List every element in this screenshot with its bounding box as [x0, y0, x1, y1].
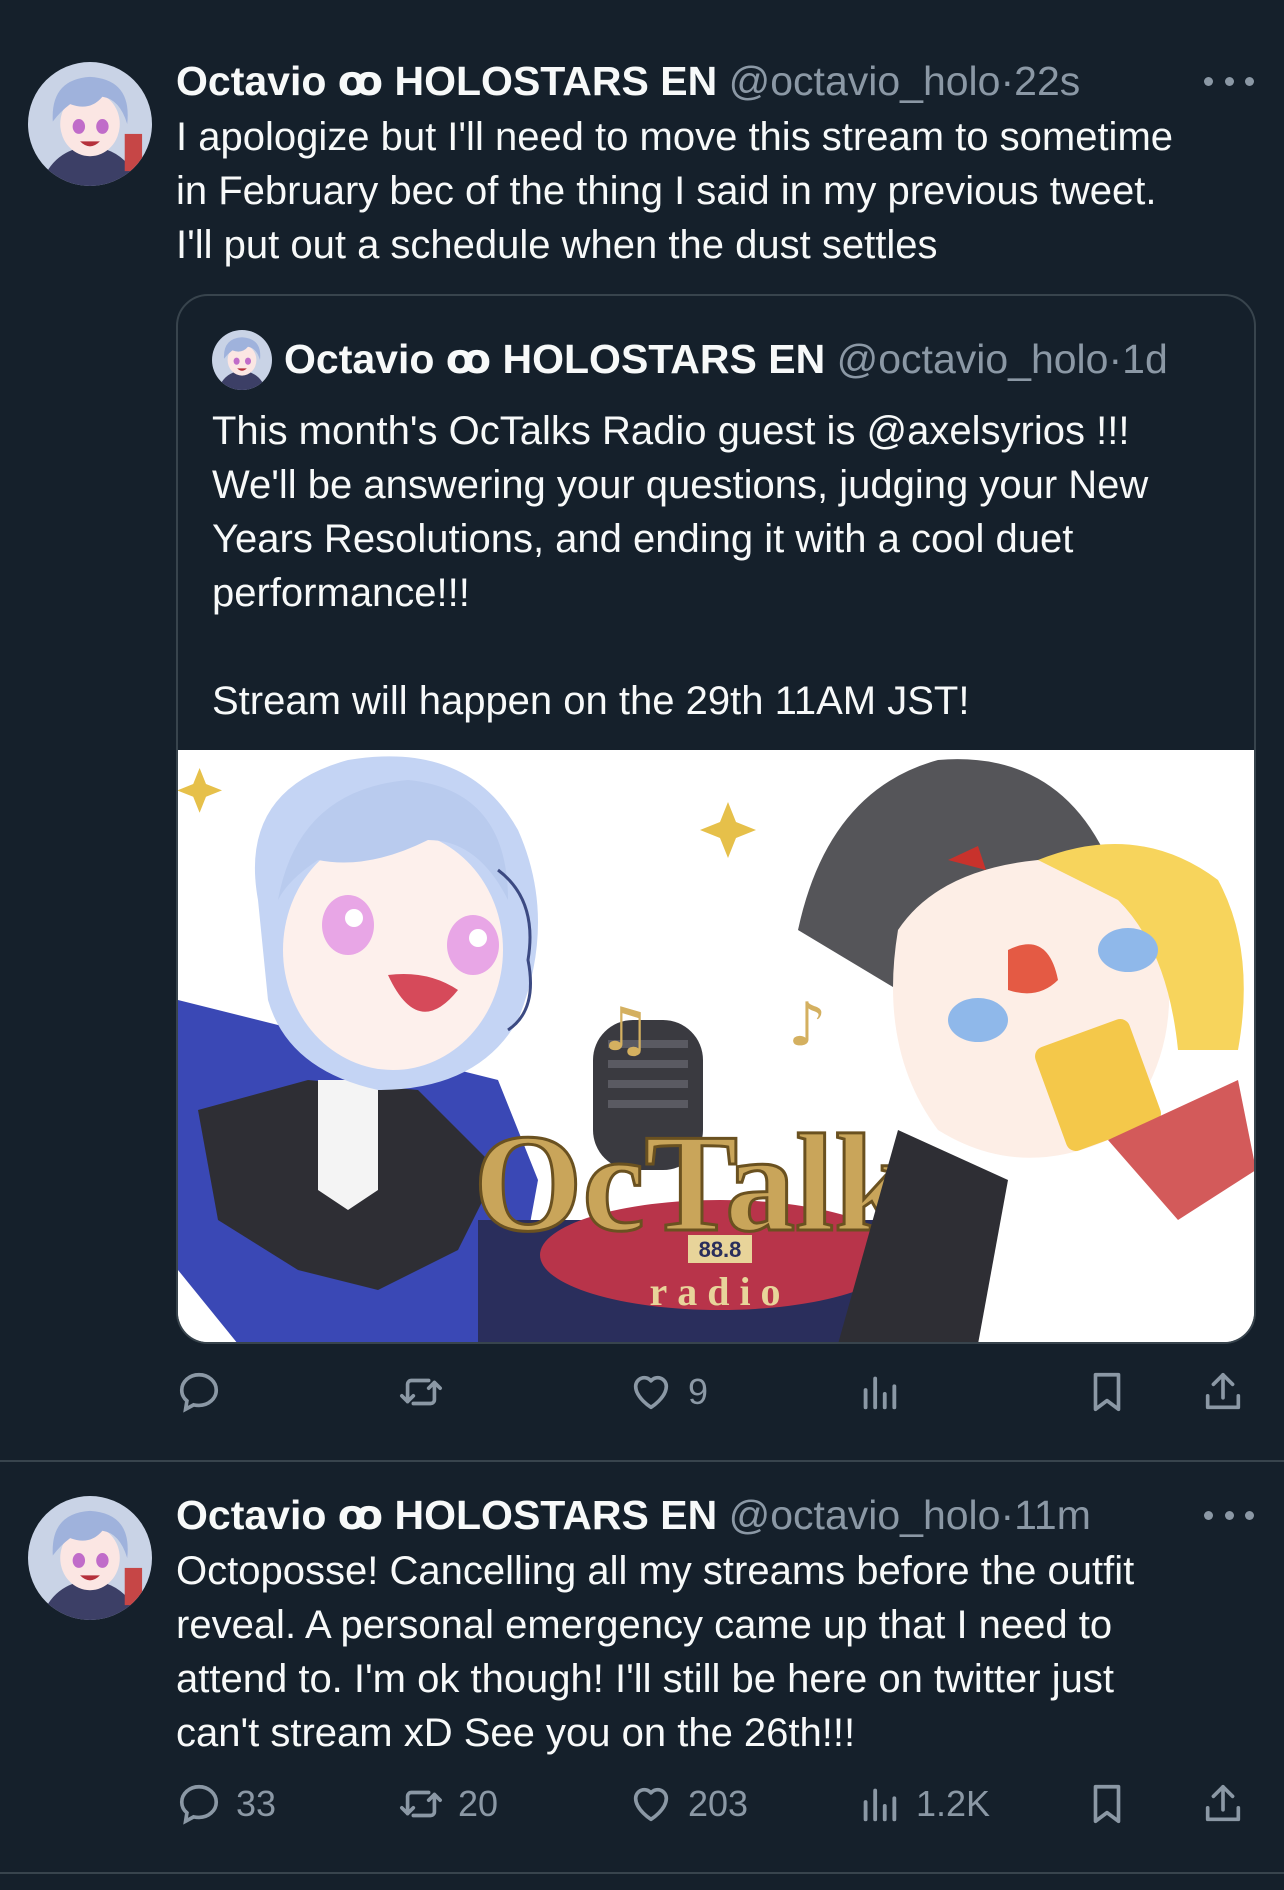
views-icon — [863, 1376, 897, 1410]
quote-text: This month's OcTalks Radio guest is @axe… — [212, 409, 1149, 723]
bookmark-button[interactable] — [1084, 1774, 1130, 1834]
quote-image[interactable]: OcTalks 88.8 radio ♫ ♪ — [178, 750, 1254, 1342]
more-icon[interactable] — [1204, 66, 1254, 96]
share-icon — [1205, 1372, 1241, 1410]
like-icon — [633, 1375, 669, 1410]
reply-icon — [179, 1784, 219, 1825]
reply-count: 33 — [236, 1783, 277, 1824]
retweet-button[interactable] — [398, 1362, 458, 1422]
quote-display-name: Octavio ꝏ HOLOSTARS EN — [284, 336, 826, 382]
quoted-tweet[interactable]: Octavio ꝏ HOLOSTARS EN @octavio_holo·1d … — [176, 294, 1256, 1344]
separator: · — [1000, 58, 1015, 104]
views-button[interactable]: 1.2K — [856, 1774, 990, 1834]
timestamp[interactable]: 22s — [1014, 58, 1080, 104]
divider — [0, 1872, 1284, 1874]
tweet[interactable]: Octavio ꝏ HOLOSTARS EN @octavio_holo·11m… — [0, 1462, 1284, 1874]
reply-button[interactable] — [176, 1362, 236, 1422]
more-icon[interactable] — [1204, 1500, 1254, 1530]
svg-text:♫: ♫ — [598, 995, 652, 1065]
like-icon — [633, 1787, 669, 1822]
views-button[interactable] — [856, 1362, 916, 1422]
retweet-button[interactable]: 20 — [398, 1774, 498, 1834]
svg-text:♪: ♪ — [788, 990, 826, 1060]
bookmark-button[interactable] — [1084, 1362, 1130, 1422]
tweet[interactable]: Octavio ꝏ HOLOSTARS EN @octavio_holo·22s… — [0, 0, 1284, 1462]
timestamp[interactable]: 11m — [1014, 1492, 1091, 1538]
display-name[interactable]: Octavio ꝏ HOLOSTARS EN — [176, 1492, 717, 1538]
like-count: 203 — [688, 1783, 749, 1824]
quote-avatar — [212, 330, 272, 390]
avatar[interactable] — [28, 1496, 152, 1620]
quote-header: Octavio ꝏ HOLOSTARS EN @octavio_holo·1d — [284, 334, 1168, 384]
logo-sub: radio — [649, 1269, 790, 1314]
quote-timestamp: 1d — [1122, 336, 1168, 382]
logo-freq: 88.8 — [699, 1237, 742, 1262]
reply-icon — [179, 1372, 219, 1413]
handle[interactable]: @octavio_holo — [729, 1492, 1001, 1538]
bookmark-icon — [1093, 1784, 1121, 1824]
handle[interactable]: @octavio_holo — [729, 58, 1001, 104]
share-button[interactable] — [1200, 1774, 1246, 1834]
separator: · — [1000, 1492, 1015, 1538]
retweet-count: 20 — [458, 1783, 499, 1824]
tweet-actions: 33 20 203 1.2K — [176, 1774, 1266, 1834]
like-count: 9 — [688, 1371, 709, 1412]
retweet-icon — [400, 1378, 442, 1406]
tweet-header: Octavio ꝏ HOLOSTARS EN @octavio_holo·11m — [176, 1490, 1091, 1540]
quote-handle: @octavio_holo — [836, 336, 1109, 382]
reply-button[interactable]: 33 — [176, 1774, 276, 1834]
retweet-icon — [400, 1790, 442, 1818]
views-count: 1.2K — [916, 1783, 991, 1824]
share-button[interactable] — [1200, 1362, 1246, 1422]
tweet-header: Octavio ꝏ HOLOSTARS EN @octavio_holo·22s — [176, 56, 1080, 106]
tweet-text: Octoposse! Cancelling all my streams bef… — [176, 1549, 1135, 1755]
tweet-actions: 9 — [176, 1362, 1266, 1422]
quote-separator: · — [1108, 336, 1123, 382]
display-name[interactable]: Octavio ꝏ HOLOSTARS EN — [176, 58, 717, 104]
share-icon — [1205, 1784, 1241, 1822]
views-icon — [863, 1788, 897, 1822]
avatar[interactable] — [28, 62, 152, 186]
bookmark-icon — [1093, 1372, 1121, 1412]
tweet-text: I apologize but I'll need to move this s… — [176, 115, 1174, 267]
like-button[interactable]: 203 — [628, 1774, 748, 1834]
like-button[interactable]: 9 — [628, 1362, 708, 1422]
